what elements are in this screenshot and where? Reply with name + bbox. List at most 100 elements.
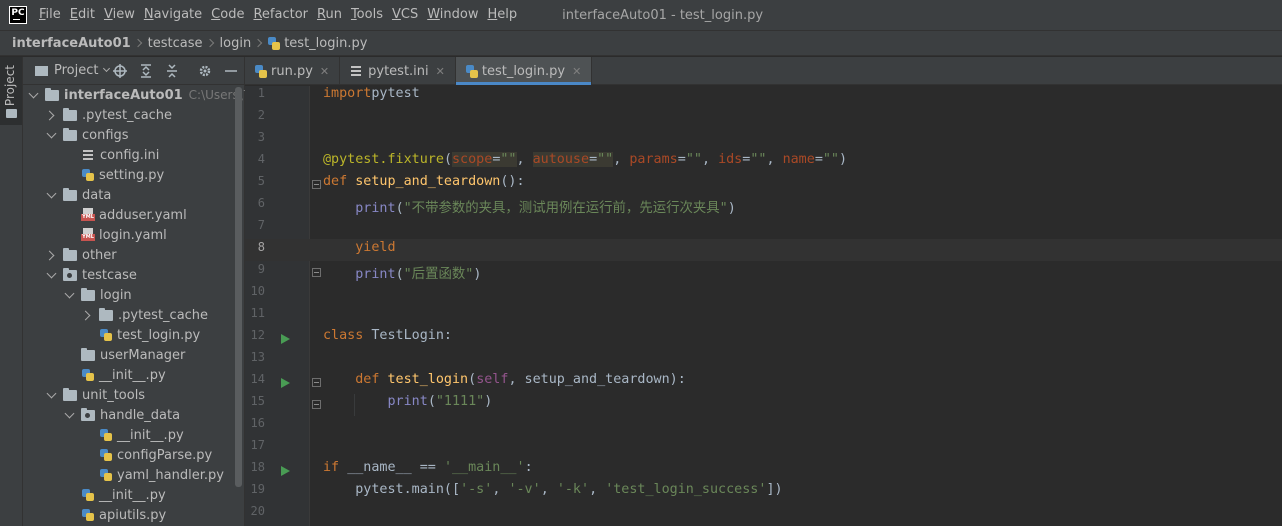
- tree-item-interfaceauto01[interactable]: interfaceAuto01 C:\Users\710: [28, 85, 266, 105]
- chevron-right-icon[interactable]: [46, 105, 60, 125]
- window-title: interfaceAuto01 - test_login.py: [562, 7, 764, 23]
- code-token: "后置函数": [403, 267, 474, 282]
- tree-item-pytest-cache[interactable]: .pytest_cache: [82, 305, 208, 325]
- gear-icon[interactable]: [198, 64, 212, 78]
- minimize-icon[interactable]: [224, 64, 238, 78]
- tree-item-unit-tools[interactable]: unit_tools: [46, 385, 145, 405]
- menu-item-refactor[interactable]: Refactor: [253, 0, 315, 30]
- tree-item-config-ini[interactable]: config.ini: [64, 145, 159, 165]
- code-token: ): [839, 152, 848, 167]
- chevron-down-icon[interactable]: [46, 185, 60, 205]
- ini-file-icon: [82, 149, 94, 161]
- code-token: print: [355, 267, 396, 282]
- chevron-right-icon[interactable]: [82, 305, 96, 325]
- run-gutter-icon[interactable]: [281, 466, 290, 476]
- tree-item-label: handle_data: [100, 407, 181, 423]
- chevron-down-icon[interactable]: [64, 405, 78, 425]
- menu-item-code[interactable]: Code: [211, 0, 251, 30]
- tree-item-apiutils-py[interactable]: apiutils.py: [64, 505, 166, 525]
- close-icon[interactable]: ✕: [320, 65, 329, 78]
- code-token: 'test_login_success': [605, 482, 767, 497]
- code-token: "1111": [435, 394, 485, 409]
- close-icon[interactable]: ✕: [436, 65, 445, 78]
- tree-scrollbar[interactable]: [235, 87, 242, 487]
- tree-item-login-yaml[interactable]: login.yaml: [64, 225, 167, 245]
- tree-item-login[interactable]: login: [64, 285, 132, 305]
- fold-icon[interactable]: [312, 400, 321, 409]
- tree-item-pytest-cache[interactable]: .pytest_cache: [46, 105, 172, 125]
- tab-test-login-py[interactable]: test_login.py ✕: [455, 57, 593, 85]
- tree-item-usermanager[interactable]: userManager: [64, 345, 185, 365]
- breadcrumb-login[interactable]: login: [220, 36, 252, 51]
- tree-item-label: unit_tools: [82, 387, 146, 403]
- yaml-file-icon: [81, 208, 95, 222]
- fold-icon[interactable]: [312, 180, 321, 189]
- tab-run-py[interactable]: run.py ✕: [245, 57, 341, 85]
- code-line: class TestLogin:: [323, 328, 452, 350]
- fold-icon[interactable]: [312, 378, 321, 387]
- menu-item-run[interactable]: Run: [317, 0, 349, 30]
- breadcrumb-testcase[interactable]: testcase: [148, 36, 203, 51]
- menu-item-view[interactable]: View: [104, 0, 142, 30]
- tree-item-setting-py[interactable]: setting.py: [64, 165, 164, 185]
- chevron-down-icon[interactable]: [46, 385, 60, 405]
- breadcrumb-file[interactable]: test_login.py: [284, 36, 367, 51]
- menu-item-edit[interactable]: Edit: [70, 0, 102, 30]
- tab-pytest-ini[interactable]: pytest.ini ✕: [340, 57, 456, 85]
- tree-item-yaml-handler-py[interactable]: yaml_handler.py: [82, 465, 224, 485]
- menu-item-navigate[interactable]: Navigate: [144, 0, 209, 30]
- code-line: def test_login(self, setup_and_teardown)…: [323, 372, 686, 394]
- tree-item-configs[interactable]: configs: [46, 125, 129, 145]
- tree-item-data[interactable]: data: [46, 185, 111, 205]
- code-token: if: [323, 460, 348, 475]
- chevron-down-icon[interactable]: [28, 85, 42, 105]
- tree-item-init-py[interactable]: __init__.py: [64, 485, 166, 505]
- menu-item-tools[interactable]: Tools: [351, 0, 390, 30]
- chevron-down-icon[interactable]: [103, 64, 111, 73]
- tree-item-other[interactable]: other: [46, 245, 117, 265]
- project-panel-title[interactable]: Project: [54, 63, 98, 78]
- line-number: 4: [257, 152, 265, 166]
- python-file-icon: [99, 428, 113, 442]
- tree-item-test-login-py[interactable]: test_login.py: [82, 325, 200, 345]
- tree-item-adduser-yaml[interactable]: adduser.yaml: [64, 205, 187, 225]
- chevron-down-icon[interactable]: [46, 265, 60, 285]
- project-tool-label: Project: [3, 65, 17, 107]
- project-tool-window-button[interactable]: Project: [0, 57, 22, 125]
- tree-item-label: configs: [82, 127, 129, 143]
- run-gutter-icon[interactable]: [281, 378, 290, 388]
- expand-all-icon[interactable]: [139, 64, 153, 78]
- close-icon[interactable]: ✕: [572, 65, 581, 78]
- code-token: pytest: [371, 86, 420, 101]
- python-file-icon: [255, 64, 267, 78]
- run-gutter-icon[interactable]: [281, 334, 290, 344]
- folder-icon: [99, 307, 113, 321]
- collapse-all-icon[interactable]: [165, 64, 179, 78]
- tree-item-label: interfaceAuto01: [64, 87, 183, 103]
- locate-file-icon[interactable]: [113, 64, 127, 78]
- menu-item-file[interactable]: File: [39, 0, 68, 30]
- tree-item-init-py[interactable]: __init__.py: [64, 365, 166, 385]
- tree-item-testcase[interactable]: testcase: [46, 265, 137, 285]
- menu-item-window[interactable]: Window: [427, 0, 485, 30]
- line-number: 1: [257, 86, 265, 100]
- breadcrumb-project[interactable]: interfaceAuto01: [12, 36, 131, 51]
- folder-icon: [45, 87, 59, 101]
- chevron-down-icon[interactable]: [64, 285, 78, 305]
- python-file-icon: [268, 36, 281, 50]
- code-token: ():: [500, 174, 525, 189]
- menu-item-vcs[interactable]: VCS: [392, 0, 425, 30]
- chevron-down-icon[interactable]: [46, 125, 60, 145]
- menu-label: CS: [400, 7, 419, 22]
- menu-item-help[interactable]: Help: [488, 0, 525, 30]
- chevron-right-icon[interactable]: [46, 245, 60, 265]
- menu-mnemonic: E: [69, 7, 78, 22]
- tree-item-handle-data[interactable]: handle_data: [64, 405, 180, 425]
- tree-item-configparse-py[interactable]: configParse.py: [82, 445, 212, 465]
- fold-icon[interactable]: [312, 268, 321, 277]
- python-file-icon: [81, 168, 95, 182]
- tree-item-init-py[interactable]: __init__.py: [82, 425, 184, 445]
